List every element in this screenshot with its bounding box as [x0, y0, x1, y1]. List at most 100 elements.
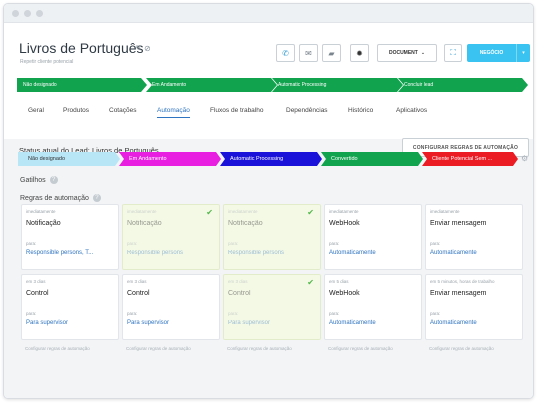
rule-name: WebHook [329, 220, 360, 227]
rule-target-link[interactable]: Automaticamente [430, 320, 477, 326]
tab-aplicativos[interactable]: Aplicativos [396, 107, 427, 114]
tab-fluxos-de-trabalho[interactable]: Fluxos de trabalho [210, 107, 263, 114]
rule-target-link[interactable]: Automaticamente [329, 320, 376, 326]
checkmark-icon: ✔ [307, 208, 314, 217]
tab-historico[interactable]: Histórico [348, 107, 373, 114]
chat-bubble-icon: ▰ [328, 48, 335, 58]
phone-button[interactable]: ✆ [276, 44, 295, 62]
document-label: DOCUMENT [388, 50, 418, 56]
rule-target-link[interactable]: Responsible persons, T... [26, 250, 93, 256]
chevron-down-icon: ⌄ [420, 50, 426, 56]
rule-para-label: para: [430, 311, 441, 316]
automation-rule-card[interactable]: imediatamente Notificação para: Responsible… [122, 204, 220, 270]
automation-rule-card[interactable]: em 3 dias Control para: Para supervisor ✔ [223, 274, 321, 340]
stage-em-andamento[interactable]: Em Andamento [146, 78, 277, 92]
pipeline-stage-automatic-processing[interactable]: Automatic Processing [220, 152, 322, 166]
rule-para-label: para: [127, 311, 138, 316]
rule-timing: em 3 dias [127, 279, 147, 284]
rule-timing: imediatamente [228, 209, 258, 214]
configure-rules-link[interactable]: Configurar regras de automação [429, 346, 494, 351]
rule-name: Control [26, 290, 49, 297]
help-icon[interactable]: ? [49, 176, 58, 184]
rule-target-link[interactable]: Responsible persons [228, 250, 284, 256]
rule-target-link[interactable]: Automaticamente [329, 250, 376, 256]
automation-rule-card[interactable]: em 5 minutos, horas de trabalho Enviar me… [425, 274, 523, 340]
automation-rule-card[interactable]: imediatamente Notificação para: Responsible… [21, 204, 119, 270]
settings-button[interactable]: ✹ [350, 44, 369, 62]
rule-target-link[interactable]: Para supervisor [228, 320, 270, 326]
automation-rule-card[interactable]: em 5 dias WebHook para: Automaticamente [324, 274, 422, 340]
edit-pencil-icon[interactable]: ✎ [135, 44, 142, 53]
help-icon[interactable]: ? [92, 194, 101, 202]
tab-produtos[interactable]: Produtos [63, 107, 89, 114]
automation-rule-card[interactable]: em 3 dias Control para: Para supervisor [122, 274, 220, 340]
document-dropdown-button[interactable]: DOCUMENT ⌄ [377, 44, 437, 62]
rule-name: Notificação [26, 220, 61, 227]
tab-automacao[interactable]: Automação [157, 107, 190, 118]
link-icon[interactable]: ⊘ [144, 44, 151, 53]
pipeline-stage-cliente-potencial-sem[interactable]: Cliente Potencial Sem ... [422, 152, 518, 166]
rule-para-label: para: [329, 241, 340, 246]
regras-heading: Regras de automação? [20, 194, 101, 202]
rule-target-link[interactable]: Para supervisor [26, 320, 68, 326]
rule-timing: imediatamente [26, 209, 56, 214]
phone-icon: ✆ [282, 48, 289, 58]
window-titlebar [4, 4, 533, 23]
envelope-icon: ✉ [305, 48, 312, 58]
rule-name: Control [228, 290, 251, 297]
stage-concluir-lead[interactable]: Concluir lead [398, 78, 528, 92]
email-button[interactable]: ✉ [299, 44, 318, 62]
pipeline-stage-nao-designado[interactable]: Não designado [18, 152, 120, 166]
negocio-button[interactable]: NEGÓCIO ▾ [467, 44, 530, 62]
expand-icon: ⛶ [450, 48, 456, 57]
rule-para-label: para: [329, 311, 340, 316]
tab-cotacoes[interactable]: Cotações [109, 107, 136, 114]
rule-para-label: para: [228, 311, 239, 316]
rule-name: Notificação [127, 220, 162, 227]
automation-rule-card[interactable]: em 3 dias Control para: Para supervisor [21, 274, 119, 340]
title-actions: ✎ ⊘ [135, 44, 151, 53]
gear-icon: ✹ [356, 48, 363, 58]
negocio-label: NEGÓCIO [479, 50, 504, 56]
pipeline-stage-convertido[interactable]: Convertido [321, 152, 423, 166]
window-maximize-dot[interactable] [36, 10, 43, 17]
tab-geral[interactable]: Geral [28, 107, 44, 114]
rule-para-label: para: [26, 311, 37, 316]
pipeline-settings-gear-icon[interactable]: ⚙ [521, 154, 528, 163]
chat-button[interactable]: ▰ [322, 44, 341, 62]
rule-timing: imediatamente [127, 209, 157, 214]
stage-nao-designado[interactable]: Não designado [17, 78, 147, 92]
rule-para-label: para: [228, 241, 239, 246]
rule-name: Control [127, 290, 150, 297]
automation-rule-card[interactable]: imediatamente Notificação para: Responsible… [223, 204, 321, 270]
pipeline-stage-em-andamento[interactable]: Em Andamento [119, 152, 221, 166]
window-close-dot[interactable] [12, 10, 19, 17]
rule-para-label: para: [26, 241, 37, 246]
app-window: Livros de Português ✎ ⊘ Repetir cliente … [3, 3, 534, 399]
caret-down-icon[interactable]: ▾ [516, 44, 530, 62]
configure-rules-link[interactable]: Configurar regras de automação [227, 346, 292, 351]
lead-header: Livros de Português ✎ ⊘ Repetir cliente … [4, 24, 533, 139]
rule-para-label: para: [127, 241, 138, 246]
rule-target-link[interactable]: Responsible persons [127, 250, 183, 256]
expand-button[interactable]: ⛶ [444, 44, 462, 62]
rule-target-link[interactable]: Para supervisor [127, 320, 169, 326]
page-subtitle: Repetir cliente potencial [20, 59, 74, 65]
configure-rules-link[interactable]: Configurar regras de automação [25, 346, 90, 351]
tab-dependencias[interactable]: Dependências [286, 107, 328, 114]
gatilhos-label: Gatilhos [20, 176, 46, 184]
automation-rule-card[interactable]: imediatamente WebHook para: Automaticamente [324, 204, 422, 270]
rule-timing: em 5 dias [329, 279, 349, 284]
configure-rules-link[interactable]: Configurar regras de automação [328, 346, 393, 351]
automation-pipeline: Não designado Em Andamento Automatic Pro… [18, 152, 518, 166]
rule-target-link[interactable]: Automaticamente [430, 250, 477, 256]
stage-automatic-processing[interactable]: Automatic Processing [272, 78, 403, 92]
rule-timing: em 3 dias [26, 279, 46, 284]
window-minimize-dot[interactable] [24, 10, 31, 17]
rule-name: Enviar mensagem [430, 220, 487, 227]
rule-name: WebHook [329, 290, 360, 297]
configure-rules-link[interactable]: Configurar regras de automação [126, 346, 191, 351]
rule-timing: imediatamente [430, 209, 460, 214]
automation-rule-card[interactable]: imediatamente Enviar mensagem para: Automat… [425, 204, 523, 270]
checkmark-icon: ✔ [307, 278, 314, 287]
